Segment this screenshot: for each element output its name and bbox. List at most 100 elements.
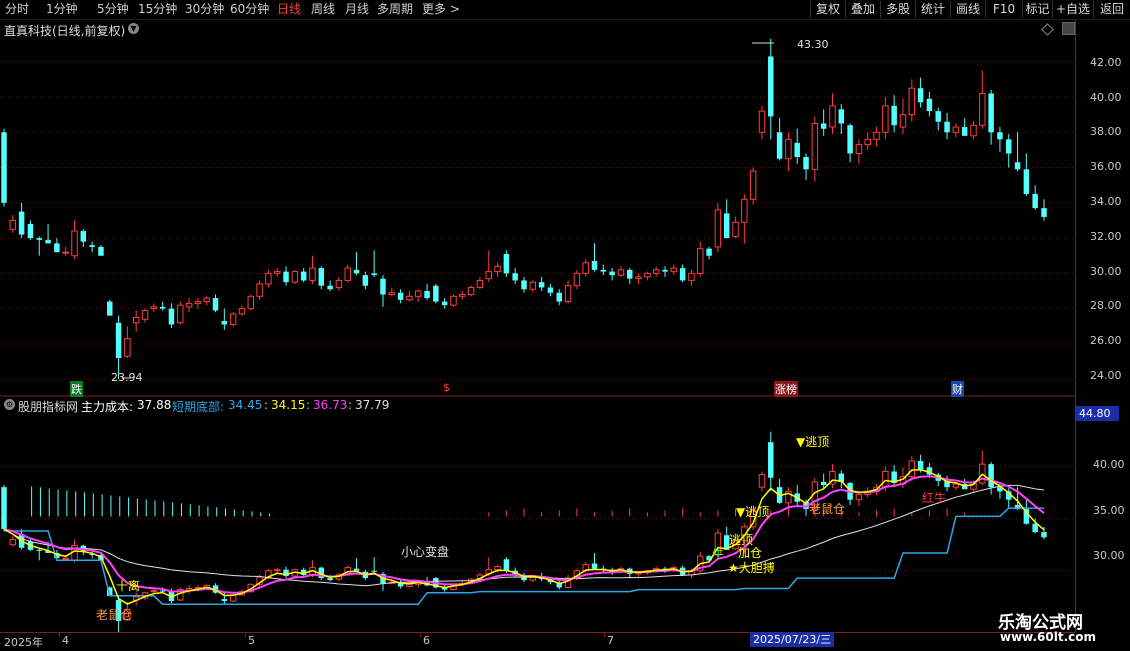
candle-body: [838, 109, 845, 124]
ind-candle-body: [908, 460, 916, 478]
ind-candle-body: [221, 598, 228, 602]
ind-candle-body: [159, 590, 166, 592]
ten-break-label: 十离: [116, 579, 141, 593]
candle-body: [238, 308, 246, 315]
candle-body: [485, 271, 492, 280]
candle-body: [591, 261, 598, 270]
candle-body: [450, 295, 457, 306]
candle-body: [891, 105, 897, 126]
date-axis-label: 2025年: [4, 636, 43, 649]
short-bottom-label: 短期底部:: [172, 400, 225, 414]
price-axis-label: 42.00: [1090, 56, 1122, 69]
candle-body: [1032, 194, 1038, 209]
candle-body: [107, 301, 113, 316]
candle-body: [247, 295, 255, 310]
cursor-date-box: 2025/07/23/三: [750, 632, 835, 647]
event-marker-fall[interactable]: 跌: [70, 381, 83, 397]
indicator-settings-icon[interactable]: ⚙: [4, 399, 15, 410]
candle-body: [732, 221, 739, 237]
event-marker-dollar[interactable]: $: [443, 381, 450, 394]
candle-body: [273, 271, 281, 274]
candle-body: [335, 279, 343, 288]
candle-body: [291, 271, 299, 283]
candle-body: [415, 290, 422, 297]
high-low-marks: [121, 42, 774, 379]
candle-body: [344, 267, 351, 281]
candle-body: [573, 272, 581, 287]
candle-body: [54, 243, 60, 253]
candle-body: [362, 275, 369, 286]
event-marker-top-list[interactable]: 涨榜: [774, 381, 798, 397]
ind-candle-body: [1041, 532, 1047, 538]
price-axis-label: 34.00: [1090, 195, 1122, 208]
ind-candle-body: [273, 569, 281, 572]
event-marker-finance[interactable]: 财: [951, 381, 964, 397]
candle-body: [855, 144, 863, 154]
candle-body: [617, 269, 625, 276]
cow-label: 牛: [712, 547, 725, 561]
candle-body: [433, 285, 439, 302]
bold-gamble-label: ★大胆搏: [728, 561, 775, 575]
candle-body: [150, 306, 158, 310]
price-axis-label: 32.00: [1090, 230, 1122, 243]
candle-body: [776, 132, 783, 159]
candle-body: [758, 110, 766, 133]
ind-candle-body: [503, 559, 510, 571]
candle-body: [988, 93, 994, 133]
ind-candle-body: [1032, 523, 1038, 533]
candle-body: [98, 246, 104, 256]
indicator-name[interactable]: 股朋指标网: [18, 398, 78, 415]
candle-body: [397, 292, 404, 300]
date-axis-label: 6: [423, 634, 430, 647]
low-price-label: 23.94: [111, 371, 143, 384]
candle-body: [89, 245, 95, 247]
candle-body: [688, 272, 695, 281]
candle-body: [494, 265, 501, 273]
magenta-line: [3, 475, 1045, 594]
candle-body: [635, 276, 642, 280]
candle-body: [706, 248, 712, 256]
candle-body: [424, 291, 430, 299]
candle-body: [18, 211, 25, 235]
candle-body: [132, 316, 140, 324]
ind-candle-body: [988, 464, 994, 488]
ind-candle-body: [591, 563, 598, 569]
ind-candle-body: [327, 578, 333, 581]
ind-candle-body: [36, 549, 42, 551]
candle-body: [388, 292, 396, 296]
candle-body: [627, 269, 633, 279]
candle-body: [917, 88, 924, 103]
date-axis-label: 4: [62, 634, 69, 647]
candle-body: [662, 269, 668, 272]
back-button[interactable]: 返回: [1093, 1, 1130, 18]
candle-body: [926, 98, 933, 112]
candle-body: [741, 198, 748, 223]
candle-body: [952, 126, 960, 133]
candle-body: [203, 297, 210, 303]
price-axis-label: 40.00: [1090, 91, 1122, 104]
price-axis-label: 24.00: [1090, 369, 1122, 382]
candle-body: [512, 273, 518, 281]
escape-top-signal: ▼逃顶: [796, 435, 830, 449]
candle-body: [644, 272, 651, 278]
candle-body: [670, 267, 678, 273]
candle-body: [265, 272, 272, 285]
ind-candle-body: [882, 470, 889, 488]
candle-body: [380, 278, 386, 295]
candle-body: [609, 271, 615, 276]
candle-body: [141, 309, 149, 320]
magenta-line-value: 36.73: [313, 398, 348, 412]
candle-body: [283, 271, 289, 283]
kline-chart: [0, 38, 1075, 632]
candle-body: [811, 122, 819, 170]
ind-candle-body: [1, 487, 7, 529]
yellow-line: [3, 469, 1045, 605]
ind-candle-body: [768, 442, 774, 478]
candle-body: [177, 304, 184, 324]
indicator-lines: [3, 469, 1045, 605]
candle-body: [1014, 162, 1021, 170]
main-cost-label: 主力成本:: [81, 400, 134, 414]
candle-body: [521, 280, 527, 290]
candle-body: [318, 268, 325, 286]
candle-body: [1023, 169, 1030, 195]
